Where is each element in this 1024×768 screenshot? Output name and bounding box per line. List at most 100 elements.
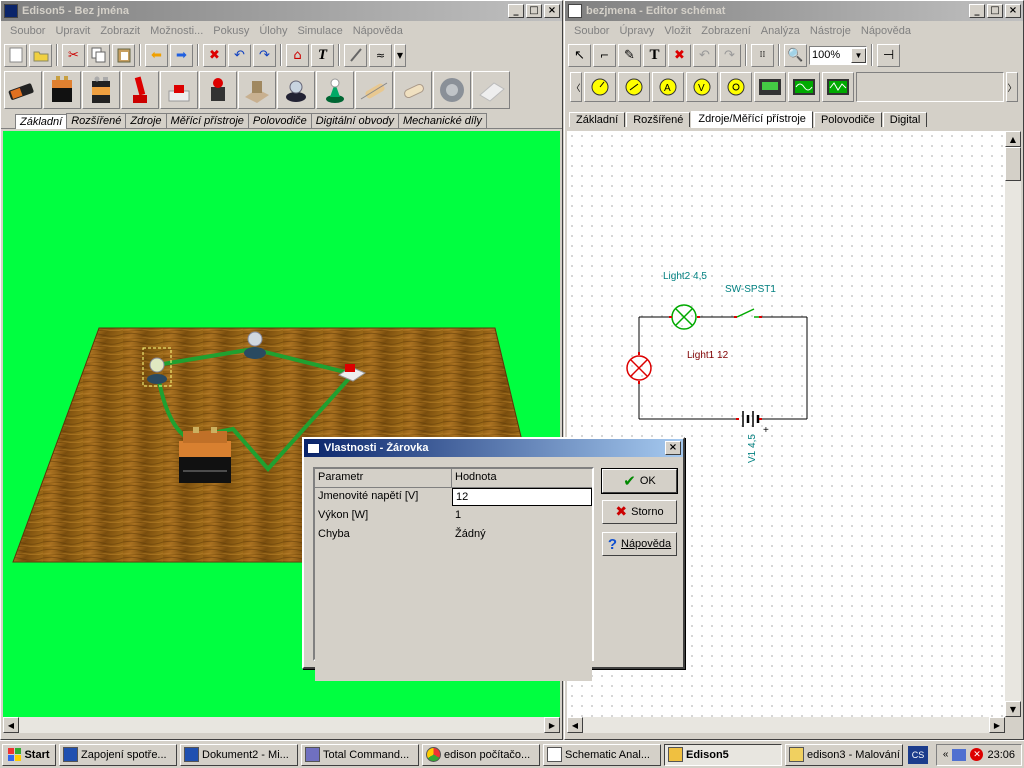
forward-icon[interactable]: ➡	[170, 43, 193, 67]
push-switch-part[interactable]	[160, 71, 198, 109]
ok-button[interactable]: ✔ OK	[601, 468, 678, 494]
battery-aa-part[interactable]	[4, 71, 42, 109]
menu-zobrazit[interactable]: Zobrazit	[95, 25, 145, 37]
wire-icon[interactable]: ⌐	[593, 43, 616, 67]
undo-icon[interactable]: ↶	[693, 43, 716, 67]
back-icon[interactable]: ⬅	[145, 43, 168, 67]
menu-soubor[interactable]: Soubor	[5, 25, 50, 37]
tab-digital[interactable]: Digital	[882, 112, 928, 127]
schematic-titlebar[interactable]: bezjmena - Editor schémat _ □ ×	[565, 1, 1023, 21]
led-part[interactable]	[316, 71, 354, 109]
text-icon[interactable]: T	[643, 43, 666, 67]
task-edison5[interactable]: Edison5	[664, 743, 782, 766]
redo-icon[interactable]: ↷	[253, 43, 276, 67]
cut-icon[interactable]: ✂	[62, 43, 85, 67]
menu-vlozit[interactable]: Vložit	[659, 25, 696, 37]
menu-pokusy[interactable]: Pokusy	[208, 25, 254, 37]
tab-digitalni-obvody[interactable]: Digitální obvody	[310, 113, 399, 128]
delete-icon[interactable]: ✖	[668, 43, 691, 67]
start-button[interactable]: Start	[2, 743, 56, 766]
menu-upravy[interactable]: Úpravy	[614, 25, 659, 37]
menu-simulace[interactable]: Simulace	[292, 25, 347, 37]
paste-icon[interactable]	[112, 43, 135, 67]
open-icon[interactable]	[29, 43, 52, 67]
menu-napoveda[interactable]: Nápověda	[348, 25, 408, 37]
table-row[interactable]: Jmenovité napětí [V] 12	[315, 488, 592, 507]
col-parametr[interactable]: Parametr	[315, 469, 452, 487]
network-icon[interactable]	[952, 748, 967, 761]
delete-icon[interactable]: ✖	[203, 43, 226, 67]
menu-moznosti[interactable]: Možnosti...	[145, 25, 208, 37]
light1-symbol[interactable]	[626, 355, 652, 381]
vertical-scroll-thumb[interactable]	[1005, 147, 1021, 181]
maximize-button[interactable]: □	[526, 4, 542, 18]
value-cell[interactable]: 1	[452, 507, 592, 525]
task-schematic[interactable]: Schematic Anal...	[543, 743, 661, 766]
redo-icon[interactable]: ↷	[718, 43, 741, 67]
tab-merici-pristroje[interactable]: Měřící přístroje	[165, 113, 249, 128]
menu-upravit[interactable]: Upravit	[50, 25, 95, 37]
new-icon[interactable]	[4, 43, 27, 67]
task-malovani[interactable]: edison3 - Malování	[785, 743, 903, 766]
maximize-button[interactable]: □	[987, 4, 1003, 18]
tab-zakladni[interactable]: Základní	[569, 112, 626, 127]
tab-mechanicke-dily[interactable]: Mechanické díly	[398, 113, 487, 128]
relay-part[interactable]	[238, 71, 276, 109]
menu-soubor[interactable]: Soubor	[569, 25, 614, 37]
oscilloscope-icon[interactable]	[788, 72, 820, 102]
battery-9v-part[interactable]	[82, 71, 120, 109]
scroll-left-icon[interactable]: 〈	[570, 72, 582, 102]
edison-titlebar[interactable]: Edison5 - Bez jména _ □ ×	[1, 1, 562, 21]
value-cell[interactable]: Žádný	[452, 526, 592, 544]
tab-rozsirene[interactable]: Rozšířené	[66, 113, 127, 128]
scroll-right-icon[interactable]: 〉	[1006, 72, 1018, 102]
horizontal-scrollbar[interactable]	[3, 717, 560, 733]
tab-polovodice[interactable]: Polovodiče	[247, 113, 312, 128]
grid-icon[interactable]: ⁞⁞	[751, 43, 774, 67]
copy-icon[interactable]	[87, 43, 110, 67]
cancel-button[interactable]: ✖ Storno	[602, 500, 677, 524]
minimize-button[interactable]: _	[508, 4, 524, 18]
lamp-socket-part[interactable]	[277, 71, 315, 109]
ampere-meter-icon[interactable]: A	[652, 72, 684, 102]
menu-nastroje[interactable]: Nástroje	[805, 25, 856, 37]
dropdown-icon[interactable]: ▼	[394, 43, 406, 67]
scroll-right-button[interactable]: ▶	[989, 717, 1005, 733]
wave-icon[interactable]: ≈	[369, 43, 392, 67]
chevron-down-icon[interactable]: ▼	[851, 47, 866, 63]
menu-zobrazeni[interactable]: Zobrazení	[696, 25, 756, 37]
tab-zdroje[interactable]: Zdroje	[125, 113, 167, 128]
task-dokument2[interactable]: Dokument2 - Mi...	[180, 743, 298, 766]
lamp-meter-icon[interactable]	[720, 72, 752, 102]
table-row[interactable]: Chyba Žádný	[315, 526, 592, 545]
help-button[interactable]: ? Nápověda	[602, 532, 677, 556]
horizontal-scrollbar[interactable]	[567, 717, 1005, 733]
tray-expand-icon[interactable]: «	[943, 749, 949, 760]
tab-zdroje-merici-pristroje[interactable]: Zdroje/Měřící přístroje	[691, 111, 813, 128]
close-button[interactable]: ×	[1005, 4, 1021, 18]
battery-symbol[interactable]	[742, 411, 760, 427]
col-hodnota[interactable]: Hodnota	[452, 469, 592, 487]
fuse-part[interactable]	[394, 71, 432, 109]
task-edison-browser[interactable]: edison počítačo...	[422, 743, 540, 766]
menu-analyza[interactable]: Analýza	[756, 25, 805, 37]
light2-symbol[interactable]	[671, 304, 697, 330]
dialog-close-button[interactable]: ×	[665, 441, 681, 455]
close-button[interactable]: ×	[544, 4, 560, 18]
probe-icon[interactable]	[344, 43, 367, 67]
zoom-icon[interactable]: 🔍	[784, 43, 807, 67]
home-icon[interactable]: ⌂	[286, 43, 309, 67]
task-zapojeni[interactable]: Zapojení spotře...	[59, 743, 177, 766]
scroll-up-button[interactable]: ▲	[1005, 131, 1021, 147]
ammeter-icon[interactable]	[618, 72, 650, 102]
pointer-icon[interactable]: ↖	[568, 43, 591, 67]
knife-switch-part[interactable]	[121, 71, 159, 109]
security-alert-icon[interactable]: ✕	[970, 748, 984, 761]
clock[interactable]: 23:06	[987, 749, 1015, 761]
probe-icon[interactable]: ⊣	[877, 43, 900, 67]
menu-napoveda[interactable]: Nápověda	[856, 25, 916, 37]
vertical-scrollbar[interactable]	[1005, 131, 1021, 717]
menu-ulohy[interactable]: Úlohy	[254, 25, 292, 37]
tab-polovodice[interactable]: Polovodiče	[813, 112, 882, 127]
dialog-titlebar[interactable]: Vlastnosti - Žárovka ×	[304, 439, 683, 457]
